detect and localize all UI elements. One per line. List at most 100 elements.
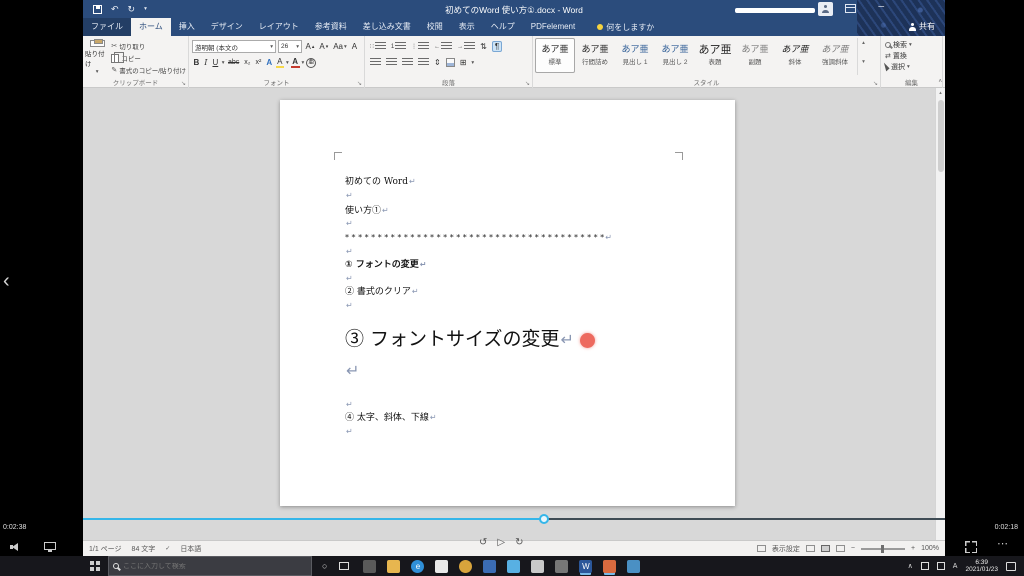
folder-icon[interactable] [387,559,401,573]
select-button[interactable]: 選択 ▾ [883,61,939,72]
word-count[interactable]: 84 文字 [132,544,156,554]
scrollbar-thumb[interactable] [938,100,944,172]
word-app-icon[interactable]: W [579,559,593,573]
read-mode-icon[interactable] [805,545,815,552]
app-icon[interactable] [483,559,497,573]
chevron-down-icon[interactable]: ▾ [222,60,225,66]
timeline-handle[interactable] [539,514,550,524]
action-center-icon[interactable] [1006,561,1016,571]
video-timeline[interactable] [83,514,945,524]
numbering-button[interactable]: 1 [391,42,407,51]
display-mode-icon[interactable] [44,542,56,552]
document-page[interactable]: 初めての Word↵ ↵ 使い方①↵ ↵ * * * * * * * * * *… [280,100,735,506]
decrease-indent-button[interactable]: ← [434,42,453,51]
tab-review[interactable]: 校閲 [419,18,451,36]
borders-button[interactable]: ⊞ [460,58,467,67]
previous-chapter-button[interactable]: ‹ [3,270,10,293]
tray-icon[interactable] [920,562,929,570]
start-button[interactable] [90,561,100,571]
style-no-spacing[interactable]: あア亜 行間詰め [575,38,615,73]
save-icon[interactable] [93,4,102,14]
chevron-down-icon[interactable]: ▾ [302,60,305,66]
paste-button[interactable]: 貼り付け ▾ [85,38,109,75]
style-title[interactable]: あア亜 表題 [695,38,735,73]
gallery-down-icon[interactable]: ▾ [858,57,869,76]
tab-references[interactable]: 参考資料 [307,18,355,36]
rewind-button[interactable]: ↺ [479,537,487,548]
italic-button[interactable]: I [203,58,209,67]
edge-icon[interactable]: e [411,559,425,573]
task-view-icon[interactable] [339,562,350,570]
minimize-button[interactable]: ─ [878,2,884,11]
forward-button[interactable]: ↻ [515,537,523,548]
highlight-button[interactable]: A [275,57,284,68]
qat-customize-icon[interactable]: ▾ [144,6,147,12]
account-avatar[interactable] [818,2,833,16]
zoom-slider-thumb[interactable] [881,544,884,553]
replace-button[interactable]: ⇄ 置換 [885,50,939,61]
cut-button[interactable]: ✂ 切り取り [111,41,186,51]
line-spacing-button[interactable]: ⇕ [434,58,441,67]
web-layout-icon[interactable] [835,545,845,552]
volume-icon[interactable] [10,543,20,551]
page-count[interactable]: 1/1 ページ [89,544,122,554]
tab-insert[interactable]: 挿入 [171,18,203,36]
bullets-button[interactable]: ∷ [370,42,386,51]
more-options-icon[interactable]: ⋯ [997,537,1008,550]
tray-expand-icon[interactable]: ∧ [908,562,913,570]
style-normal[interactable]: あア亜 標準 [535,38,575,73]
style-heading2[interactable]: あア亜 見出し 2 [655,38,695,73]
app-icon[interactable] [363,559,377,573]
styles-dialog-launcher-icon[interactable]: ↘ [873,80,878,87]
tab-mailings[interactable]: 差し込み文書 [355,18,419,36]
bold-button[interactable]: B [192,58,201,67]
style-heading1[interactable]: あア亜 見出し 1 [615,38,655,73]
language-indicator[interactable]: 日本語 [180,544,201,554]
clipboard-dialog-launcher-icon[interactable]: ↘ [181,80,186,87]
ime-indicator[interactable]: A [953,563,958,570]
shrink-font-button[interactable]: A ▾ [318,42,330,51]
scroll-up-icon[interactable]: ▴ [936,90,945,96]
style-intense-emphasis[interactable]: あア亜 強調斜体 [815,38,855,73]
vertical-scrollbar[interactable]: ▴ [935,88,945,540]
enclose-characters-button[interactable]: 亜 [306,57,317,68]
tray-icon[interactable] [936,562,945,570]
zoom-out-button[interactable]: − [851,545,855,552]
app-icon[interactable] [627,559,641,573]
display-settings-button[interactable]: 表示設定 [772,544,800,554]
undo-button[interactable]: ↶ [111,4,119,15]
clear-formatting-button[interactable]: A [350,42,358,51]
tab-display[interactable]: 表示 [451,18,483,36]
search-input[interactable] [123,562,293,570]
font-name-select[interactable]: 游明朝 (本文の ▾ [192,40,276,53]
font-size-select[interactable]: 26 ▾ [278,40,302,53]
format-painter-button[interactable]: ✎ 書式のコピー/貼り付け [111,65,186,75]
shading-button[interactable] [445,58,455,67]
zoom-level[interactable]: 100% [921,545,939,552]
proofing-icon[interactable]: ✓ [165,545,170,552]
app-icon[interactable] [435,559,449,573]
zoom-slider[interactable] [861,544,905,553]
video-player-app-icon[interactable] [603,559,617,573]
taskbar-search[interactable] [108,556,312,576]
chevron-down-icon[interactable]: ▾ [471,60,474,66]
app-icon[interactable] [507,559,521,573]
subscript-button[interactable]: x₂ [243,59,252,66]
style-emphasis[interactable]: あア亜 斜体 [775,38,815,73]
copy-button[interactable]: コピー [111,51,186,63]
tab-file[interactable]: ファイル [83,18,131,36]
fullscreen-icon[interactable] [965,541,977,553]
multilevel-list-button[interactable]: ⋮ [411,42,430,51]
align-right-button[interactable] [402,58,413,67]
tell-me-box[interactable]: 何をしますか [597,18,654,36]
paragraph-dialog-launcher-icon[interactable]: ↘ [525,80,530,87]
justify-button[interactable] [418,58,429,67]
font-dialog-launcher-icon[interactable]: ↘ [357,80,362,87]
text-effects-button[interactable]: A [265,58,274,67]
show-formatting-marks-button[interactable]: ¶ [491,41,503,52]
print-layout-icon[interactable] [820,545,830,552]
zoom-in-button[interactable]: + [911,545,915,552]
tab-pdfelement[interactable]: PDFelement [523,18,583,36]
tab-help[interactable]: ヘルプ [483,18,523,36]
strikethrough-button[interactable]: abc [227,59,241,66]
